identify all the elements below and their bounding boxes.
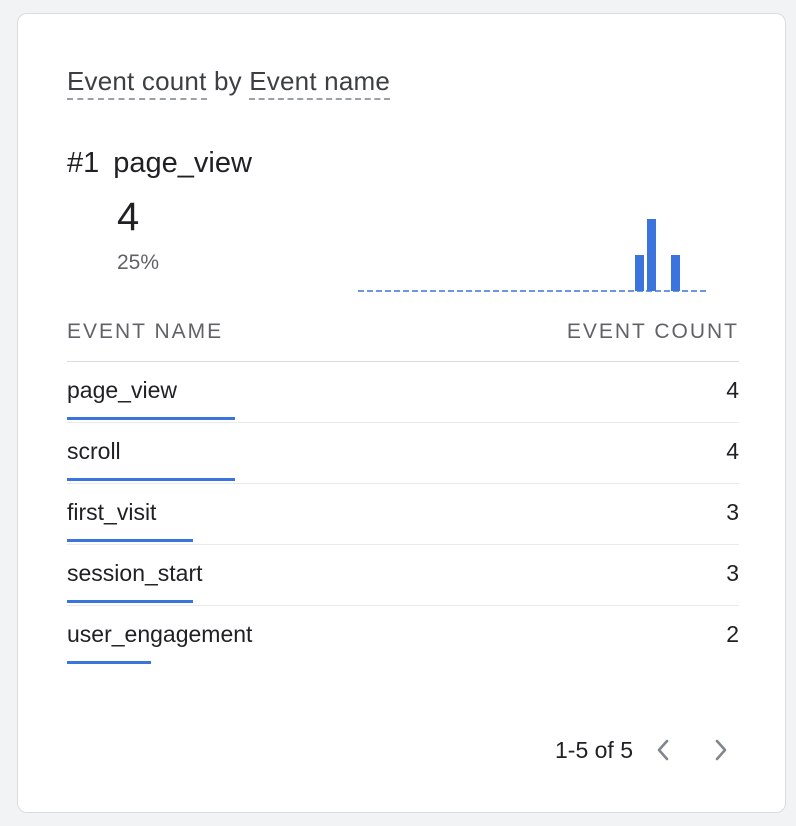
table-row[interactable]: session_start 3 [67,545,739,606]
pagination: 1-5 of 5 [555,732,735,768]
card-title: Event count by Event name [67,66,391,100]
table-row[interactable]: first_visit 3 [67,484,739,545]
metric-selector[interactable]: Event count [67,66,207,100]
title-by-text: by [213,66,242,96]
event-count-cell: 3 [726,499,739,525]
table-row[interactable]: user_engagement 2 [67,606,739,666]
share-bar [67,539,193,542]
top-item-rank: #1 [67,147,100,179]
table-row[interactable]: page_view 4 [67,362,739,423]
next-page-button[interactable] [707,735,735,765]
event-count-cell: 3 [726,560,739,586]
sparkline-bar [635,255,644,291]
pagination-label: 1-5 of 5 [555,736,633,763]
event-name-cell: first_visit [67,499,157,525]
top-item-value: 4 [117,195,140,239]
top-item-percent: 25% [117,251,160,274]
sparkline-bar [647,219,656,291]
share-bar [67,600,193,603]
chevron-right-icon [715,739,727,761]
event-count-cell: 4 [726,377,739,403]
previous-page-button[interactable] [649,735,677,765]
top-item-heading: #1 page_view [67,147,252,180]
event-name-cell: scroll [67,438,121,464]
column-header-event-name[interactable]: EVENT NAME [67,320,223,344]
top-item-name: page_view [113,147,252,179]
sparkline-bar [671,255,680,291]
table-body: page_view 4 scroll 4 first_visit 3 session_sta… [67,362,739,666]
event-name-cell: user_engagement [67,621,253,647]
dimension-selector[interactable]: Event name [249,66,391,100]
event-count-cell: 2 [726,621,739,647]
event-name-cell: page_view [67,377,177,403]
share-bar [67,417,235,420]
chevron-left-icon [657,739,669,761]
share-bar [67,478,235,481]
table-row[interactable]: scroll 4 [67,423,739,484]
event-name-cell: session_start [67,560,203,586]
share-bar [67,661,151,664]
sparkline-chart [358,219,708,292]
table-header: EVENT NAME EVENT COUNT [67,314,739,362]
event-count-card: Event count by Event name #1 page_view 4 … [17,13,786,813]
column-header-event-count[interactable]: EVENT COUNT [567,320,739,344]
event-count-cell: 4 [726,438,739,464]
